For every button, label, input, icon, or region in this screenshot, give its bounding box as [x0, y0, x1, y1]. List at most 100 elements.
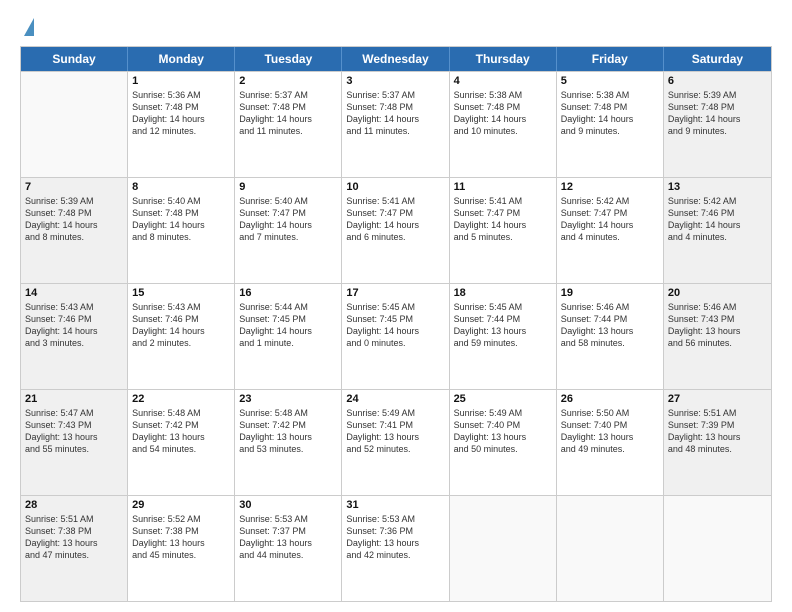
day-cell-15: 15 Sunrise: 5:43 AMSunset: 7:46 PMDayligh… — [128, 284, 235, 389]
day-number: 19 — [561, 287, 659, 299]
day-info: Sunrise: 5:53 AMSunset: 7:37 PMDaylight:… — [239, 513, 337, 562]
day-number: 1 — [132, 75, 230, 87]
day-info: Sunrise: 5:52 AMSunset: 7:38 PMDaylight:… — [132, 513, 230, 562]
day-cell-11: 11Sunrise: 5:41 AMSunset: 7:47 PMDayligh… — [450, 178, 557, 283]
day-info: Sunrise: 5:40 AMSunset: 7:48 PMDaylight:… — [132, 195, 230, 244]
day-number: 11 — [454, 181, 552, 193]
day-info: Sunrise: 5:45 AMSunset: 7:44 PMDaylight:… — [454, 301, 552, 350]
day-number: 25 — [454, 393, 552, 405]
logo — [20, 18, 34, 38]
day-number: 10 — [346, 181, 444, 193]
day-number: 3 — [346, 75, 444, 87]
day-header-friday: Friday — [557, 47, 664, 71]
day-cell-14: 14 Sunrise: 5:43 AMSunset: 7:46 PMDayligh… — [21, 284, 128, 389]
calendar-week-4: 21Sunrise: 5:47 AMSunset: 7:43 PMDayligh… — [21, 389, 771, 495]
day-number: 2 — [239, 75, 337, 87]
day-cell-25: 25 Sunrise: 5:49 AMSunset: 7:40 PMDayligh… — [450, 390, 557, 495]
day-cell-2: 2Sunrise: 5:37 AMSunset: 7:48 PMDaylight… — [235, 72, 342, 177]
day-info: Sunrise: 5:42 AMSunset: 7:46 PMDaylight:… — [668, 195, 767, 244]
day-info: Sunrise: 5:38 AMSunset: 7:48 PMDaylight:… — [561, 89, 659, 138]
day-info: Sunrise: 5:43 AMSunset: 7:46 PMDaylight:… — [132, 301, 230, 350]
day-cell-3: 3 Sunrise: 5:37 AMSunset: 7:48 PMDaylight… — [342, 72, 449, 177]
day-number: 6 — [668, 75, 767, 87]
day-info: Sunrise: 5:42 AMSunset: 7:47 PMDaylight:… — [561, 195, 659, 244]
day-cell-24: 24Sunrise: 5:49 AMSunset: 7:41 PMDayligh… — [342, 390, 449, 495]
logo-triangle-icon — [24, 18, 34, 36]
day-cell-9: 9Sunrise: 5:40 AMSunset: 7:47 PMDaylight… — [235, 178, 342, 283]
day-info: Sunrise: 5:41 AMSunset: 7:47 PMDaylight:… — [346, 195, 444, 244]
day-info: Sunrise: 5:46 AMSunset: 7:43 PMDaylight:… — [668, 301, 767, 350]
day-info: Sunrise: 5:48 AMSunset: 7:42 PMDaylight:… — [239, 407, 337, 456]
day-number: 27 — [668, 393, 767, 405]
day-header-saturday: Saturday — [664, 47, 771, 71]
day-cell-5: 5 Sunrise: 5:38 AMSunset: 7:48 PMDaylight… — [557, 72, 664, 177]
day-info: Sunrise: 5:40 AMSunset: 7:47 PMDaylight:… — [239, 195, 337, 244]
empty-cell — [557, 496, 664, 601]
header — [20, 18, 772, 38]
day-cell-23: 23 Sunrise: 5:48 AMSunset: 7:42 PMDayligh… — [235, 390, 342, 495]
day-info: Sunrise: 5:53 AMSunset: 7:36 PMDaylight:… — [346, 513, 444, 562]
calendar-week-3: 14 Sunrise: 5:43 AMSunset: 7:46 PMDayligh… — [21, 283, 771, 389]
day-cell-19: 19 Sunrise: 5:46 AMSunset: 7:44 PMDayligh… — [557, 284, 664, 389]
day-header-sunday: Sunday — [21, 47, 128, 71]
day-number: 13 — [668, 181, 767, 193]
empty-cell — [450, 496, 557, 601]
day-info: Sunrise: 5:37 AMSunset: 7:48 PMDaylight:… — [346, 89, 444, 138]
day-cell-27: 27 Sunrise: 5:51 AMSunset: 7:39 PMDayligh… — [664, 390, 771, 495]
day-cell-12: 12Sunrise: 5:42 AMSunset: 7:47 PMDayligh… — [557, 178, 664, 283]
day-cell-22: 22 Sunrise: 5:48 AMSunset: 7:42 PMDayligh… — [128, 390, 235, 495]
day-number: 5 — [561, 75, 659, 87]
empty-cell — [21, 72, 128, 177]
day-header-monday: Monday — [128, 47, 235, 71]
day-cell-31: 31 Sunrise: 5:53 AMSunset: 7:36 PMDayligh… — [342, 496, 449, 601]
day-number: 16 — [239, 287, 337, 299]
day-info: Sunrise: 5:43 AMSunset: 7:46 PMDaylight:… — [25, 301, 123, 350]
day-info: Sunrise: 5:39 AMSunset: 7:48 PMDaylight:… — [668, 89, 767, 138]
day-info: Sunrise: 5:49 AMSunset: 7:40 PMDaylight:… — [454, 407, 552, 456]
day-info: Sunrise: 5:38 AMSunset: 7:48 PMDaylight:… — [454, 89, 552, 138]
day-number: 22 — [132, 393, 230, 405]
day-number: 4 — [454, 75, 552, 87]
day-info: Sunrise: 5:39 AMSunset: 7:48 PMDaylight:… — [25, 195, 123, 244]
day-number: 26 — [561, 393, 659, 405]
page: SundayMondayTuesdayWednesdayThursdayFrid… — [0, 0, 792, 612]
day-number: 8 — [132, 181, 230, 193]
day-info: Sunrise: 5:49 AMSunset: 7:41 PMDaylight:… — [346, 407, 444, 456]
day-cell-13: 13 Sunrise: 5:42 AMSunset: 7:46 PMDayligh… — [664, 178, 771, 283]
day-cell-21: 21Sunrise: 5:47 AMSunset: 7:43 PMDayligh… — [21, 390, 128, 495]
day-number: 17 — [346, 287, 444, 299]
day-number: 28 — [25, 499, 123, 511]
day-number: 30 — [239, 499, 337, 511]
calendar-body: 1 Sunrise: 5:36 AMSunset: 7:48 PMDaylight… — [21, 71, 771, 601]
day-cell-26: 26 Sunrise: 5:50 AMSunset: 7:40 PMDayligh… — [557, 390, 664, 495]
day-info: Sunrise: 5:44 AMSunset: 7:45 PMDaylight:… — [239, 301, 337, 350]
day-number: 7 — [25, 181, 123, 193]
day-cell-7: 7 Sunrise: 5:39 AMSunset: 7:48 PMDaylight… — [21, 178, 128, 283]
calendar-week-5: 28Sunrise: 5:51 AMSunset: 7:38 PMDayligh… — [21, 495, 771, 601]
day-info: Sunrise: 5:50 AMSunset: 7:40 PMDaylight:… — [561, 407, 659, 456]
day-cell-6: 6 Sunrise: 5:39 AMSunset: 7:48 PMDaylight… — [664, 72, 771, 177]
day-cell-16: 16 Sunrise: 5:44 AMSunset: 7:45 PMDayligh… — [235, 284, 342, 389]
day-number: 23 — [239, 393, 337, 405]
day-header-wednesday: Wednesday — [342, 47, 449, 71]
day-header-thursday: Thursday — [450, 47, 557, 71]
day-cell-29: 29Sunrise: 5:52 AMSunset: 7:38 PMDayligh… — [128, 496, 235, 601]
day-cell-18: 18 Sunrise: 5:45 AMSunset: 7:44 PMDayligh… — [450, 284, 557, 389]
day-cell-17: 17Sunrise: 5:45 AMSunset: 7:45 PMDayligh… — [342, 284, 449, 389]
day-cell-4: 4 Sunrise: 5:38 AMSunset: 7:48 PMDaylight… — [450, 72, 557, 177]
day-info: Sunrise: 5:47 AMSunset: 7:43 PMDaylight:… — [25, 407, 123, 456]
calendar-week-2: 7 Sunrise: 5:39 AMSunset: 7:48 PMDaylight… — [21, 177, 771, 283]
day-info: Sunrise: 5:46 AMSunset: 7:44 PMDaylight:… — [561, 301, 659, 350]
day-number: 15 — [132, 287, 230, 299]
calendar-week-1: 1 Sunrise: 5:36 AMSunset: 7:48 PMDaylight… — [21, 71, 771, 177]
day-info: Sunrise: 5:51 AMSunset: 7:39 PMDaylight:… — [668, 407, 767, 456]
day-cell-20: 20 Sunrise: 5:46 AMSunset: 7:43 PMDayligh… — [664, 284, 771, 389]
day-info: Sunrise: 5:48 AMSunset: 7:42 PMDaylight:… — [132, 407, 230, 456]
day-number: 31 — [346, 499, 444, 511]
day-info: Sunrise: 5:36 AMSunset: 7:48 PMDaylight:… — [132, 89, 230, 138]
day-header-tuesday: Tuesday — [235, 47, 342, 71]
calendar: SundayMondayTuesdayWednesdayThursdayFrid… — [20, 46, 772, 602]
day-number: 20 — [668, 287, 767, 299]
day-number: 14 — [25, 287, 123, 299]
day-number: 18 — [454, 287, 552, 299]
